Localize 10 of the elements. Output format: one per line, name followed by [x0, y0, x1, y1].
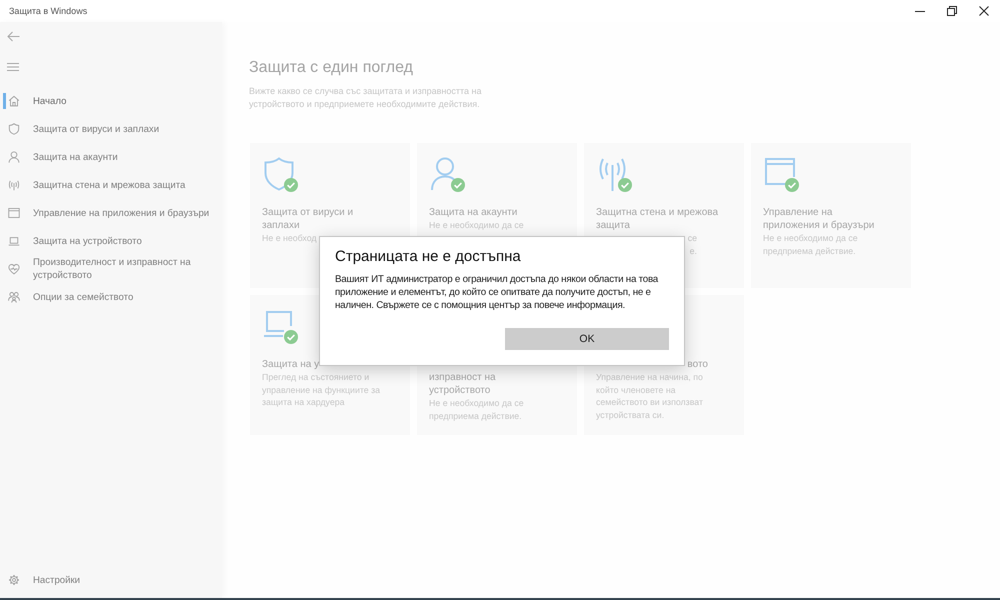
page-heading: Защита с един поглед — [249, 58, 414, 78]
card-title: Защита на у — [262, 359, 320, 370]
window-title: Защита в Windows — [8, 6, 88, 16]
card-title: изправност на устройството — [429, 372, 496, 396]
card-title: Защита от вируси и заплахи — [262, 207, 354, 231]
card-title: Защитна стена и мрежова защита — [596, 207, 718, 231]
card-title: вото — [687, 359, 708, 370]
card-title: Защита на акаунти — [429, 207, 518, 218]
page-description: Вижте какво се случва със защитата и изправността на устройството и предприемете необходимите действия. — [249, 85, 482, 111]
card-title: Управление на приложения и браузъри — [763, 207, 874, 231]
